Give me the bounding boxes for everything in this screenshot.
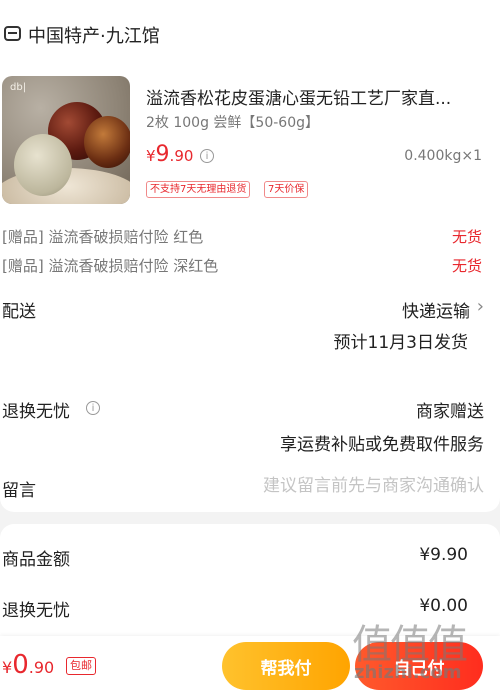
message-label: 留言 [2,481,36,501]
watermark-domain: zhizhi.com [354,662,462,683]
gift-item-status: 无货 [451,257,482,275]
product-spec[interactable]: 2枚 100g 尝鲜【50-60g】 [146,112,319,132]
egg-shape [14,134,72,196]
gift-item-label: [赠品] 溢流香破损赔付险 红色 [2,228,204,246]
product-image-logo: db| [10,82,27,93]
product-price: ¥9.90 [146,142,193,167]
shipping-label: 配送 [2,302,36,322]
summary-goods-value: ¥9.90 [419,545,468,565]
product-title[interactable]: 溢流香松花皮蛋溏心蛋无铅工艺厂家直... [146,84,484,109]
chevron-right-icon[interactable]: › [477,296,484,317]
price-info-icon[interactable]: i [200,149,214,163]
price-decimal: .90 [169,147,194,165]
shipping-date: 预计11月3日发货 [333,333,468,353]
return-info-glyph: i [91,402,95,414]
return-service-value: 商家赠送 [416,402,484,422]
total-currency: ¥ [2,658,13,677]
watermark: 值值值 zhizhi.com [350,612,495,690]
total-integer: 0 [12,650,29,680]
store-icon [4,26,21,41]
shop-name[interactable]: 中国特产·九江馆 [28,22,160,48]
return-service-desc: 享运费补贴或免费取件服务 [280,435,484,455]
order-card: 中国特产·九江馆 db| 溢流香松花皮蛋溏心蛋无铅工艺厂家直... 2枚 100… [0,0,500,512]
egg-shape [84,116,130,168]
price-integer: 9 [155,142,170,167]
summary-return-label: 退换无忧 [2,601,70,621]
gift-item-label: [赠品] 溢流香破损赔付险 深红色 [2,257,219,275]
free-shipping-badge: 包邮 [66,657,96,675]
tag-no-return: 不支持7天无理由退货 [146,181,251,198]
return-info-icon[interactable]: i [86,401,100,415]
summary-goods-label: 商品金额 [2,550,70,570]
tag-price-protect: 7天价保 [264,181,309,198]
price-info-glyph: i [205,150,209,162]
total-decimal: .90 [28,658,55,677]
price-currency: ¥ [146,147,156,165]
product-quantity: 0.400kg×1 [404,148,482,164]
shipping-method[interactable]: 快递运输 [402,297,470,322]
message-input[interactable] [224,476,484,496]
friend-pay-button[interactable]: 帮我付 [222,642,350,690]
product-image[interactable]: db| [2,76,130,204]
gift-item-status: 无货 [451,228,482,246]
return-service-label: 退换无忧 [2,402,70,422]
total-price: ¥0.90 [2,650,54,680]
